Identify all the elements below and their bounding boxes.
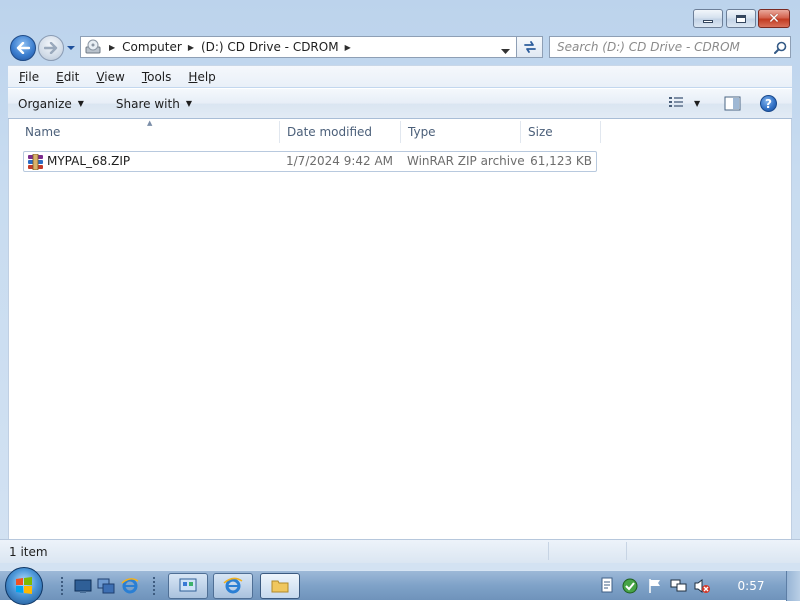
volume-muted-icon[interactable] bbox=[693, 577, 711, 595]
start-button[interactable] bbox=[5, 567, 43, 605]
preview-pane-button[interactable] bbox=[724, 96, 741, 114]
toolbar-grip[interactable] bbox=[152, 576, 156, 596]
menu-tools[interactable]: Tools bbox=[142, 70, 172, 84]
internet-explorer-icon bbox=[223, 577, 243, 594]
menu-edit[interactable]: Edit bbox=[56, 70, 79, 84]
windows-logo-icon bbox=[16, 577, 32, 594]
chevron-down-icon: ▼ bbox=[185, 99, 192, 108]
search-placeholder[interactable]: Search (D:) CD Drive - CDROM bbox=[550, 40, 770, 54]
file-type: WinRAR ZIP archive bbox=[407, 154, 525, 168]
forward-button[interactable] bbox=[38, 35, 64, 61]
document-icon[interactable] bbox=[598, 577, 616, 595]
file-size: 61,123 KB bbox=[530, 154, 592, 168]
taskbar-app-windows-explorer[interactable] bbox=[260, 573, 300, 599]
organize-button[interactable]: Organize ▼ bbox=[18, 97, 84, 111]
search-button[interactable] bbox=[770, 41, 790, 54]
internet-explorer-icon[interactable] bbox=[121, 577, 139, 595]
breadcrumb-computer[interactable]: Computer bbox=[122, 40, 182, 54]
close-button[interactable]: ✕ bbox=[758, 9, 790, 28]
command-bar: Organize ▼ Share with ▼ ▼ ? bbox=[8, 88, 792, 119]
share-with-label: Share with bbox=[115, 96, 180, 111]
folder-icon bbox=[271, 580, 289, 593]
breadcrumb-cd-drive[interactable]: (D:) CD Drive - CDROM bbox=[201, 40, 339, 54]
column-header-size[interactable]: Size bbox=[520, 119, 600, 145]
column-header-date-modified[interactable]: Date modified bbox=[279, 119, 401, 145]
details-view-icon bbox=[669, 97, 683, 107]
sort-ascending-icon: ▲ bbox=[147, 119, 153, 127]
organize-label: Organize bbox=[18, 96, 72, 111]
menu-file[interactable]: File bbox=[19, 70, 39, 84]
breadcrumb-separator-icon[interactable]: ▶ bbox=[345, 43, 351, 52]
minimize-icon bbox=[703, 20, 713, 23]
file-list[interactable]: Name ▲ Date modified Type Size MYPAL_68.… bbox=[8, 119, 792, 539]
status-divider bbox=[548, 542, 549, 560]
taskbar-app-internet-explorer[interactable] bbox=[213, 573, 253, 599]
chevron-down-icon[interactable]: ▼ bbox=[694, 99, 700, 108]
taskbar-clock[interactable]: 0:57 bbox=[728, 579, 774, 593]
winrar-archive-icon bbox=[28, 154, 43, 170]
toolbar-grip[interactable] bbox=[60, 576, 64, 596]
title-bar[interactable]: ✕ bbox=[0, 0, 800, 30]
back-arrow-icon bbox=[16, 42, 30, 54]
column-divider[interactable] bbox=[600, 121, 601, 143]
search-box[interactable]: Search (D:) CD Drive - CDROM bbox=[549, 36, 791, 58]
show-desktop-icon[interactable] bbox=[74, 577, 92, 595]
breadcrumb-separator-icon[interactable]: ▶ bbox=[109, 43, 115, 52]
action-center-flag-icon[interactable] bbox=[646, 577, 664, 595]
preview-pane-icon bbox=[724, 96, 741, 111]
security-shield-icon[interactable] bbox=[621, 577, 639, 595]
cd-drive-icon bbox=[83, 37, 103, 57]
back-button[interactable] bbox=[10, 35, 36, 61]
search-icon bbox=[773, 41, 786, 54]
menu-bar: File Edit View Tools Help bbox=[8, 65, 792, 87]
taskbar: 0:57 bbox=[0, 567, 800, 605]
navigation-bar: ▶ Computer ▶ (D:) CD Drive - CDROM ▶ Sea… bbox=[0, 32, 800, 62]
column-header-type[interactable]: Type bbox=[400, 119, 520, 145]
recent-pages-dropdown[interactable] bbox=[66, 42, 76, 54]
refresh-icon bbox=[523, 41, 536, 53]
maximize-icon bbox=[736, 14, 746, 23]
minimize-button[interactable] bbox=[693, 9, 723, 28]
close-icon: ✕ bbox=[768, 10, 780, 27]
control-panel-icon bbox=[179, 578, 197, 592]
refresh-button[interactable] bbox=[517, 36, 543, 58]
explorer-window: ✕ ▶ Computer ▶ (D:) CD Drive - CDROM ▶ S… bbox=[0, 0, 800, 570]
chevron-down-icon: ▼ bbox=[77, 99, 84, 108]
status-bar: 1 item bbox=[0, 539, 800, 563]
breadcrumb-separator-icon[interactable]: ▶ bbox=[188, 43, 194, 52]
change-view-button[interactable]: ▼ bbox=[668, 96, 700, 110]
file-date-modified: 1/7/2024 9:42 AM bbox=[286, 154, 394, 168]
item-count: 1 item bbox=[9, 544, 48, 559]
status-divider bbox=[626, 542, 627, 560]
chevron-down-icon bbox=[67, 46, 75, 50]
menu-view[interactable]: View bbox=[96, 70, 124, 84]
taskbar-app-control-panel[interactable] bbox=[168, 573, 208, 599]
maximize-button[interactable] bbox=[726, 9, 756, 28]
address-history-dropdown[interactable] bbox=[501, 44, 510, 58]
address-bar[interactable]: ▶ Computer ▶ (D:) CD Drive - CDROM ▶ bbox=[80, 36, 517, 58]
switch-windows-icon[interactable] bbox=[97, 577, 115, 595]
file-row[interactable]: MYPAL_68.ZIP 1/7/2024 9:42 AM WinRAR ZIP… bbox=[23, 151, 597, 172]
menu-help[interactable]: Help bbox=[188, 70, 215, 84]
show-desktop-button[interactable] bbox=[786, 571, 800, 601]
chevron-down-icon bbox=[501, 49, 510, 54]
help-button[interactable]: ? bbox=[760, 95, 777, 112]
file-name: MYPAL_68.ZIP bbox=[47, 154, 131, 168]
forward-arrow-icon bbox=[44, 42, 58, 54]
share-with-button[interactable]: Share with ▼ bbox=[116, 97, 192, 111]
network-icon[interactable] bbox=[669, 577, 687, 595]
